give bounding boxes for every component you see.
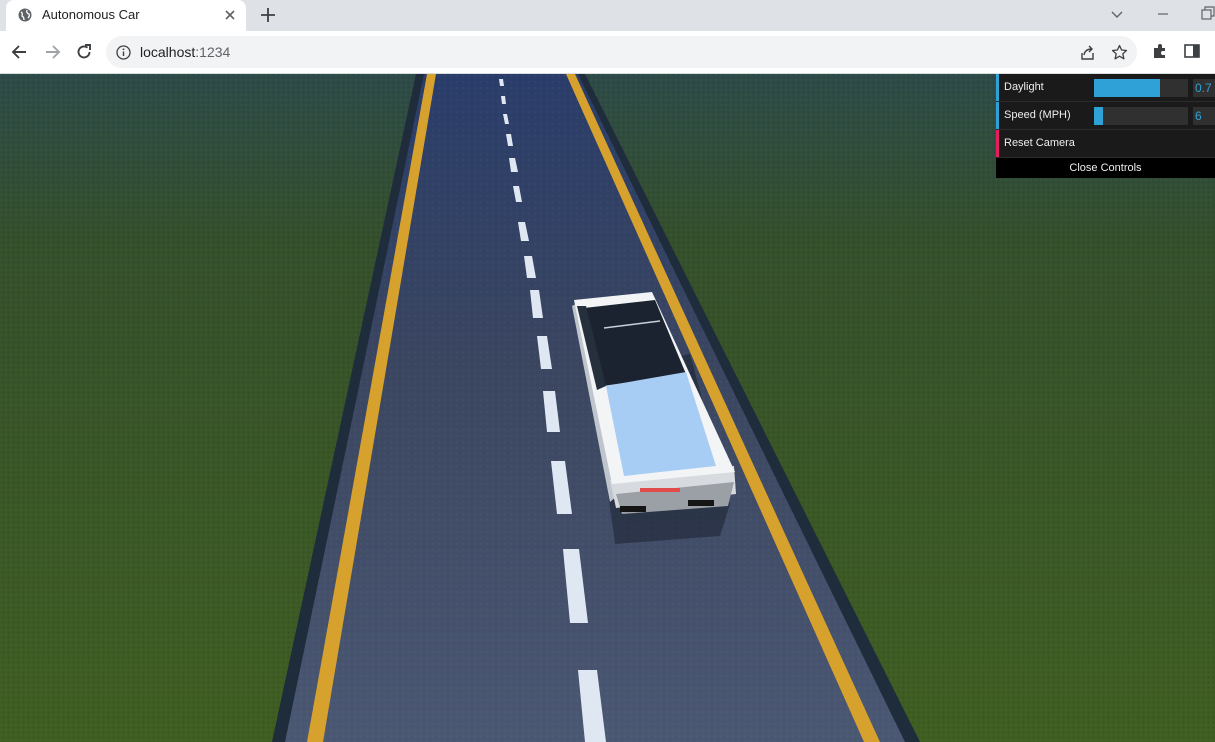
- url-port: :1234: [195, 44, 231, 60]
- daylight-value-input[interactable]: 0.7: [1193, 79, 1215, 97]
- speed-slider[interactable]: [1094, 107, 1188, 125]
- reset-camera-label: Reset Camera: [1004, 137, 1075, 149]
- tab-title: Autonomous Car: [42, 7, 140, 22]
- browser-toolbar: localhost:1234: [0, 31, 1215, 74]
- row-accent: [996, 74, 999, 101]
- speed-label: Speed (MPH): [1004, 109, 1071, 121]
- tab-search-icon[interactable]: [1107, 4, 1127, 24]
- reset-camera-button[interactable]: Reset Camera: [996, 130, 1215, 158]
- car-wheel: [688, 500, 714, 506]
- minimize-icon[interactable]: [1153, 4, 1173, 24]
- url-host: localhost: [140, 44, 196, 60]
- daylight-control[interactable]: Daylight 0.7: [996, 74, 1215, 102]
- controls-panel: Daylight 0.7 Speed (MPH) 6 Reset Camera …: [996, 74, 1215, 178]
- car-taillight: [640, 488, 680, 492]
- url-text: localhost:1234: [140, 44, 230, 60]
- address-bar[interactable]: localhost:1234: [106, 36, 1137, 68]
- speed-control[interactable]: Speed (MPH) 6: [996, 102, 1215, 130]
- back-icon[interactable]: [10, 42, 30, 62]
- row-accent: [996, 102, 999, 129]
- daylight-label: Daylight: [1004, 81, 1044, 93]
- star-icon[interactable]: [1111, 44, 1128, 61]
- side-panel-icon[interactable]: [1183, 42, 1201, 60]
- restore-icon[interactable]: [1198, 4, 1215, 24]
- close-controls-button[interactable]: Close Controls: [996, 158, 1215, 178]
- close-tab-icon[interactable]: [222, 7, 238, 23]
- extensions-icon[interactable]: [1151, 42, 1169, 60]
- car-wheel: [620, 506, 646, 512]
- share-icon[interactable]: [1079, 44, 1096, 61]
- active-tab[interactable]: Autonomous Car: [6, 0, 246, 31]
- globe-icon: [18, 8, 32, 22]
- speed-slider-fill: [1094, 107, 1104, 125]
- info-icon[interactable]: [116, 45, 131, 60]
- speed-value-input[interactable]: 6: [1193, 107, 1215, 125]
- daylight-slider[interactable]: [1094, 79, 1188, 97]
- forward-icon[interactable]: [42, 42, 62, 62]
- new-tab-icon[interactable]: [258, 5, 278, 25]
- reload-icon[interactable]: [74, 42, 94, 62]
- row-accent: [996, 130, 999, 157]
- daylight-slider-fill: [1094, 79, 1160, 97]
- tab-strip: Autonomous Car: [0, 0, 1215, 31]
